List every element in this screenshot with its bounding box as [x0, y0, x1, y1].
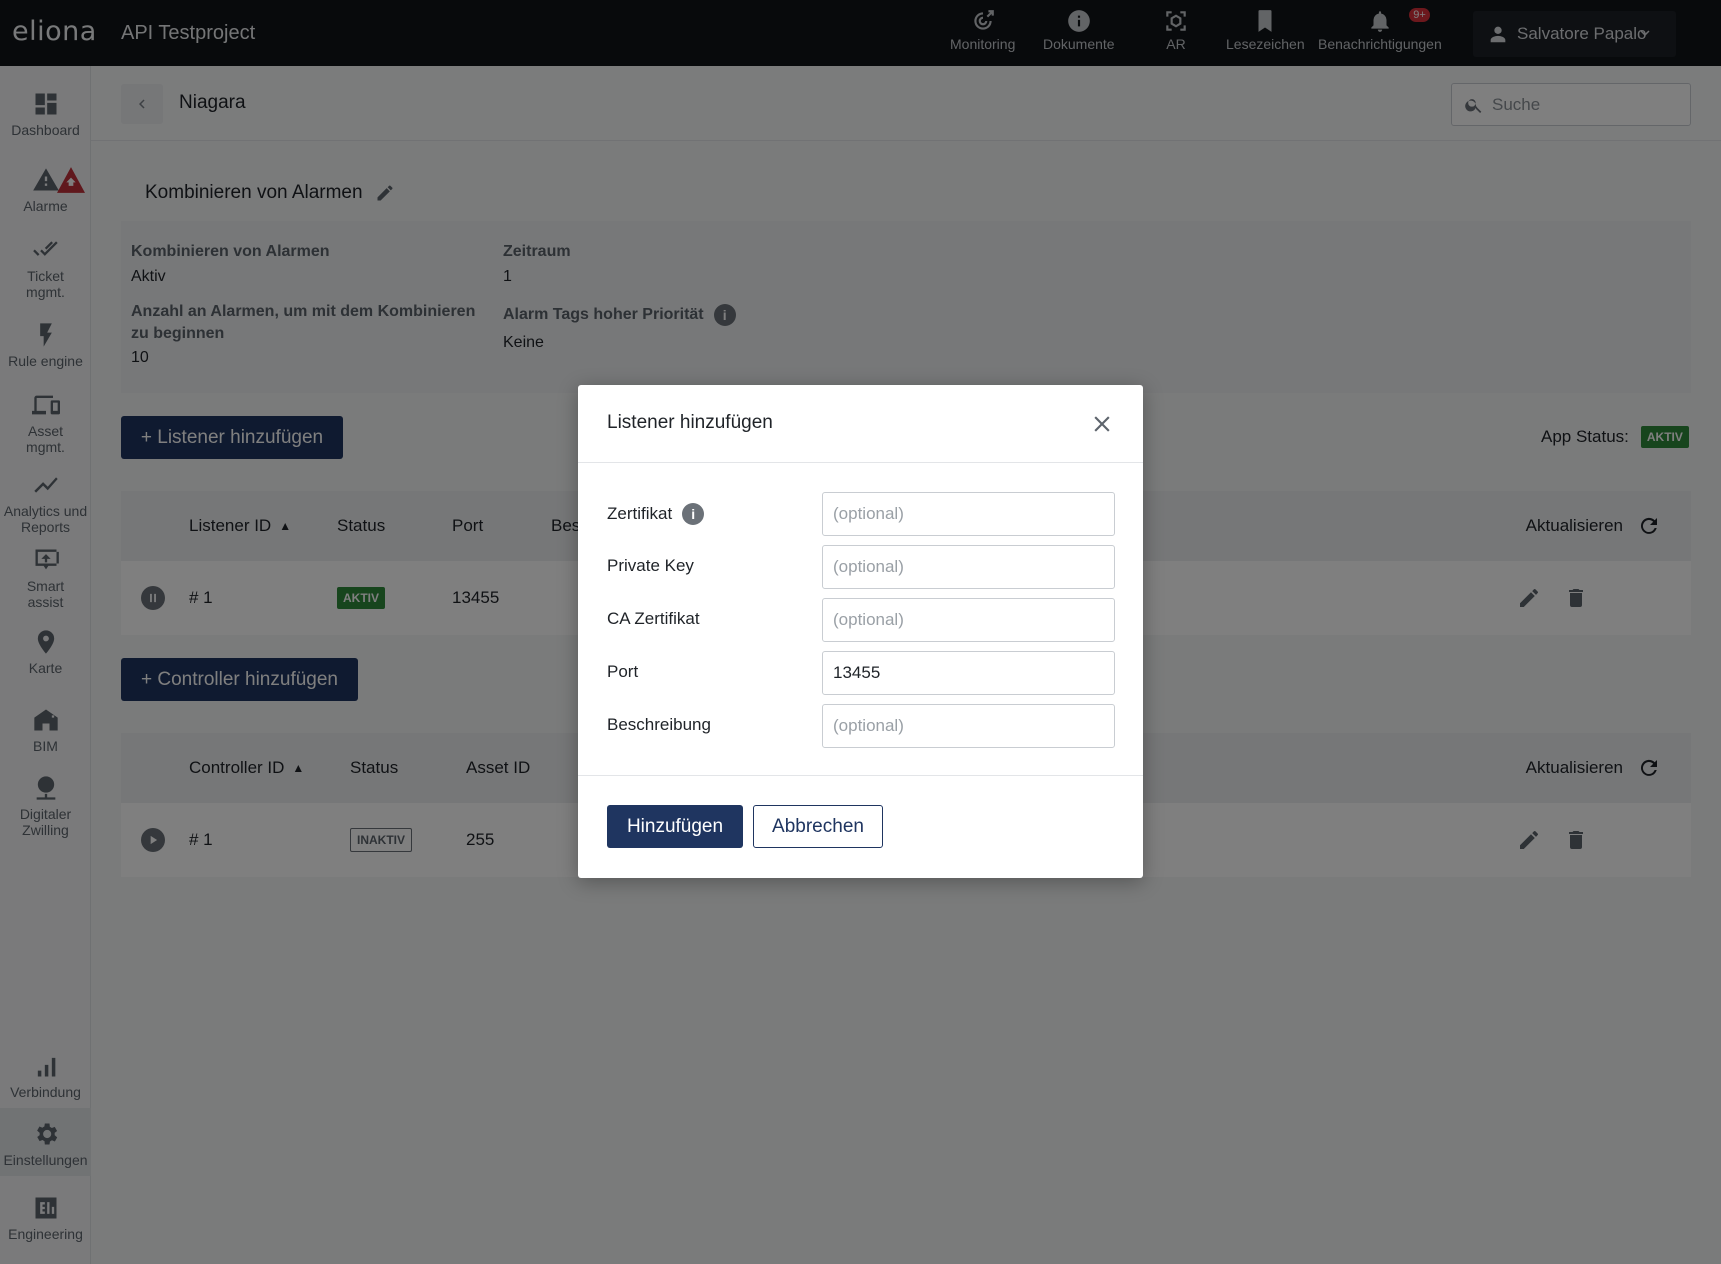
zertifikat-label-row: Zertifikat i: [607, 503, 705, 525]
private-key-field[interactable]: [822, 545, 1115, 589]
form-row-private-key: Private Key: [607, 545, 1115, 589]
zertifikat-field[interactable]: [822, 492, 1115, 536]
form-row-beschreibung: Beschreibung: [607, 704, 1115, 748]
close-button[interactable]: [1089, 411, 1115, 437]
form-row-zertifikat: Zertifikat i: [607, 492, 1115, 536]
dialog-footer: Hinzufügen Abbrechen: [578, 775, 1143, 878]
dialog-title: Listener hinzufügen: [607, 412, 773, 433]
hinzufuegen-button[interactable]: Hinzufügen: [607, 805, 743, 848]
close-icon: [1094, 416, 1110, 432]
ca-zertifikat-field[interactable]: [822, 598, 1115, 642]
form-row-ca-zertifikat: CA Zertifikat: [607, 598, 1115, 642]
field-label: CA Zertifikat: [607, 609, 700, 628]
abbrechen-button[interactable]: Abbrechen: [753, 805, 883, 848]
beschreibung-field[interactable]: [822, 704, 1115, 748]
port-field[interactable]: [822, 651, 1115, 695]
field-label: Beschreibung: [607, 715, 711, 734]
info-icon[interactable]: i: [682, 503, 705, 525]
field-label: Private Key: [607, 556, 694, 575]
add-listener-dialog: Listener hinzufügen Zertifikat i Private…: [578, 385, 1143, 878]
field-label: Zertifikat: [607, 504, 673, 523]
field-label: Port: [607, 662, 639, 681]
form-row-port: Port: [607, 651, 1115, 695]
dialog-header: Listener hinzufügen: [578, 385, 1143, 463]
